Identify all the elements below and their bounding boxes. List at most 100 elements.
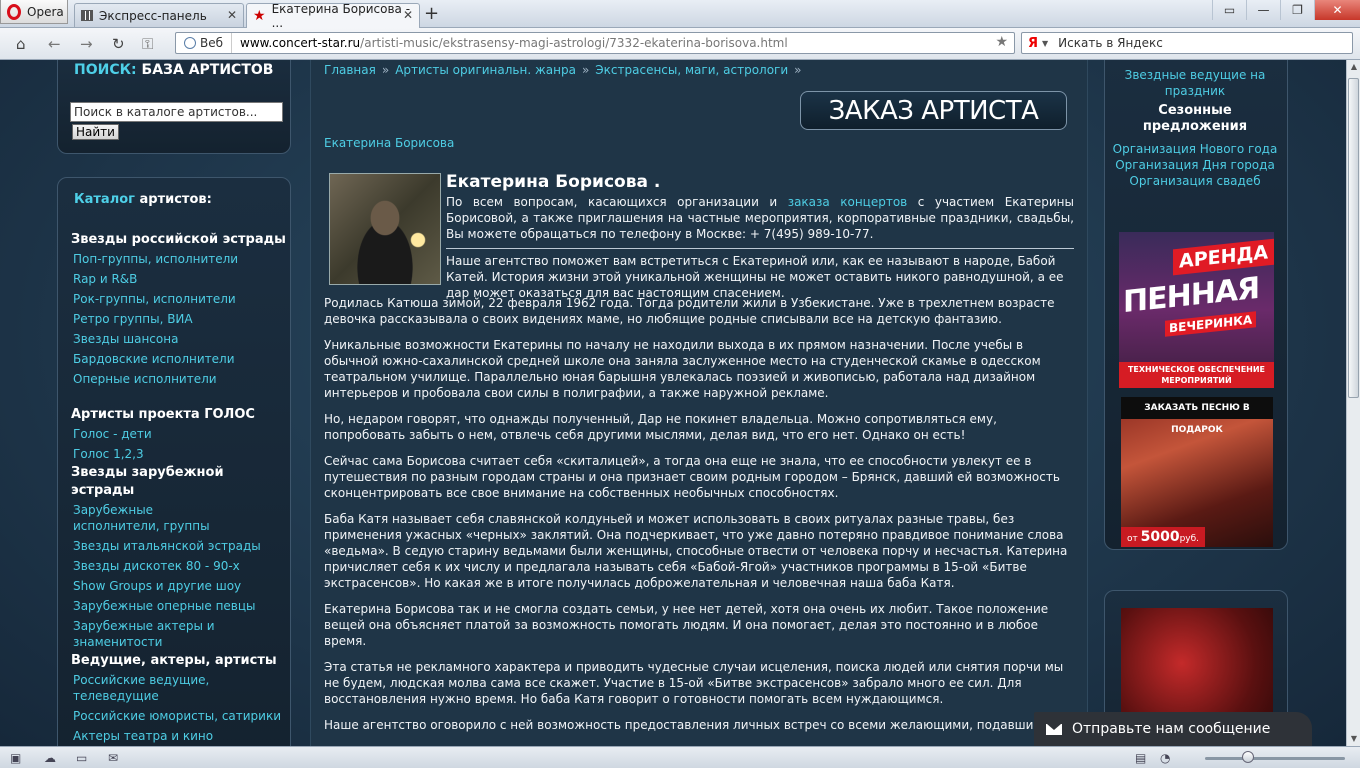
catalog-title: Каталог артистов: bbox=[74, 192, 212, 207]
catalog-link[interactable]: Рок-группы, исполнители bbox=[71, 291, 291, 307]
cloud-icon[interactable]: ☁ bbox=[44, 751, 56, 765]
artist-search-input[interactable] bbox=[70, 102, 283, 122]
reload-icon[interactable]: ↻ bbox=[112, 35, 125, 53]
window-icon[interactable]: ▭ bbox=[76, 751, 87, 765]
breadcrumb-link[interactable]: Главная bbox=[324, 63, 376, 77]
search-box[interactable]: Я ▼ Искать в Яндекс bbox=[1021, 32, 1353, 54]
send-message-label: Отправьте нам сообщение bbox=[1072, 721, 1271, 737]
page-title: Екатерина Борисова . bbox=[446, 172, 661, 192]
catalog-link[interactable]: Актеры театра и кино bbox=[71, 728, 291, 744]
scheme-label: Веб bbox=[200, 36, 224, 50]
catalog-heading: Звезды российской эстрады bbox=[71, 232, 286, 247]
catalog-link[interactable]: Звезды итальянской эстрады bbox=[71, 538, 291, 554]
opera-logo-icon bbox=[7, 3, 21, 20]
tabs-list-icon[interactable]: ▭ bbox=[1212, 0, 1246, 20]
catalog-link[interactable]: Зарубежные исполнители, группы bbox=[71, 502, 241, 534]
chevron-down-icon[interactable]: ▼ bbox=[1042, 39, 1058, 48]
order-concerts-link[interactable]: заказа концертов bbox=[788, 195, 908, 209]
catalog-link[interactable]: Звезды дискотек 80 - 90-х bbox=[71, 558, 291, 574]
article-paragraph: Екатерина Борисова так и не смогла созда… bbox=[324, 602, 1049, 648]
article-paragraph: Уникальные возможности Екатерины по нача… bbox=[324, 338, 1041, 400]
address-bar[interactable]: Веб www.concert-star.ru/artisti-music/ek… bbox=[175, 32, 1015, 54]
catalog-link[interactable]: Ретро группы, ВИА bbox=[71, 311, 291, 327]
article-paragraph: Наше агентство оговорило с ней возможнос… bbox=[324, 718, 1074, 732]
catalog-link[interactable]: Зарубежные оперные певцы bbox=[71, 598, 291, 614]
article-paragraph: Родилась Катюша зимой, 22 февраля 1962 г… bbox=[324, 296, 1055, 326]
bookmark-star-icon[interactable]: ★ bbox=[995, 34, 1008, 50]
search-submit-button[interactable]: Найти bbox=[72, 124, 119, 140]
page-view-icon[interactable]: ▤ bbox=[1135, 751, 1146, 765]
breadcrumb-link[interactable]: Артисты оригинальн. жанра bbox=[395, 63, 576, 77]
mail-icon[interactable]: ✉ bbox=[108, 751, 118, 765]
window-controls: ▭ — ❐ ✕ bbox=[1212, 0, 1360, 20]
catalog-link[interactable]: Бардовские исполнители bbox=[71, 351, 291, 367]
banner-price: от 5000руб. bbox=[1121, 527, 1206, 547]
address-host: www.concert-star.ru bbox=[240, 36, 361, 50]
article-paragraph: Но, недаром говорят, что однажды получен… bbox=[324, 412, 997, 442]
close-tab-icon[interactable]: ✕ bbox=[403, 8, 413, 22]
catalog-link[interactable]: Голос - дети bbox=[71, 426, 291, 442]
scroll-down-icon[interactable]: ▼ bbox=[1348, 732, 1360, 746]
catalog-link[interactable]: Поп-группы, исполнители bbox=[71, 251, 291, 267]
close-window-icon[interactable]: ✕ bbox=[1314, 0, 1360, 20]
key-icon[interactable]: ⚿ bbox=[142, 35, 153, 53]
breadcrumb-separator: » bbox=[794, 63, 802, 77]
vertical-scrollbar[interactable]: ▲ ▼ bbox=[1346, 60, 1360, 746]
seasonal-link[interactable]: Организация свадеб bbox=[1100, 173, 1290, 189]
seasonal-heading: Сезонные предложения bbox=[1142, 103, 1248, 134]
article-paragraph: Эта статья не рекламного характера и при… bbox=[324, 660, 1064, 706]
breadcrumb-separator: » bbox=[381, 63, 390, 77]
tab-ekaterina-borisova[interactable]: ★ Екатерина Борисова - ... ✕ bbox=[246, 2, 420, 30]
hosts-link[interactable]: Звездные ведущие на праздник bbox=[1100, 67, 1290, 99]
envelope-icon bbox=[1046, 723, 1062, 735]
close-tab-icon[interactable]: ✕ bbox=[227, 8, 237, 22]
article-paragraph: Сейчас сама Борисова считает себя «скита… bbox=[324, 454, 1060, 500]
minimize-icon[interactable]: — bbox=[1246, 0, 1280, 20]
forward-icon[interactable]: → bbox=[80, 35, 93, 53]
foam-party-banner[interactable]: АРЕНДА ПЕННАЯ ВЕЧЕРИНКА ТЕХНИЧЕСКОЕ ОБЕС… bbox=[1119, 232, 1274, 388]
banner-text: ТЕХНИЧЕСКОЕ ОБЕСПЕЧЕНИЕ МЕРОПРИЯТИЙ bbox=[1119, 362, 1274, 388]
breadcrumb-link[interactable]: Экстрасенсы, маги, астрологи bbox=[595, 63, 788, 77]
zoom-slider-handle[interactable] bbox=[1242, 751, 1254, 763]
web-page: ПОИСК: БАЗА АРТИСТОВ Найти Каталог артис… bbox=[0, 60, 1346, 746]
speed-dial-icon bbox=[81, 10, 93, 21]
catalog-link[interactable]: Голос 1,2,3 bbox=[71, 446, 291, 462]
back-icon[interactable]: ← bbox=[48, 35, 61, 53]
article-paragraph: Баба Катя называет себя славянской колду… bbox=[324, 512, 1068, 590]
catalog-link[interactable]: Оперные исполнители bbox=[71, 371, 291, 387]
send-message-widget[interactable]: Отправьте нам сообщение bbox=[1034, 712, 1312, 746]
breadcrumb: Главная » Артисты оригинальн. жанра » Эк… bbox=[324, 63, 802, 77]
search-panel-title: ПОИСК: БАЗА АРТИСТОВ bbox=[74, 62, 274, 78]
catalog-group-hosts: Ведущие, актеры, артисты Российские веду… bbox=[71, 652, 291, 744]
scrollbar-thumb[interactable] bbox=[1348, 78, 1359, 398]
catalog-link[interactable]: Звезды шансона bbox=[71, 331, 291, 347]
tab-label: Экспресс-панель bbox=[99, 8, 207, 23]
panel-toggle-icon[interactable]: ▣ bbox=[10, 751, 21, 765]
home-icon[interactable]: ⌂ bbox=[16, 35, 26, 53]
turbo-icon[interactable]: ◔ bbox=[1160, 751, 1170, 765]
catalog-link[interactable]: Rap и R&B bbox=[71, 271, 291, 287]
catalog-heading: Артисты проекта ГОЛОС bbox=[71, 407, 255, 422]
restore-icon[interactable]: ❐ bbox=[1280, 0, 1314, 20]
main-content: Главная » Артисты оригинальн. жанра » Эк… bbox=[310, 60, 1088, 746]
opera-menu-button[interactable]: Opera bbox=[0, 0, 68, 24]
zoom-slider-track[interactable] bbox=[1205, 757, 1345, 760]
new-tab-plus-icon[interactable]: + bbox=[424, 3, 439, 24]
tab-express-panel[interactable]: Экспресс-панель ✕ bbox=[74, 3, 244, 27]
seasonal-link[interactable]: Организация Дня города bbox=[1100, 157, 1290, 173]
catalog-link[interactable]: Российские юмористы, сатирики bbox=[71, 708, 291, 724]
catalog-group-foreign: Звезды зарубежной эстрады Зарубежные исп… bbox=[71, 464, 291, 650]
song-gift-banner[interactable]: ЗАКАЗАТЬ ПЕСНЮ В ПОДАРОК от 5000руб. bbox=[1121, 397, 1273, 547]
address-url[interactable]: www.concert-star.ru/artisti-music/ekstra… bbox=[232, 36, 788, 50]
catalog-link[interactable]: Show Groups и другие шоу bbox=[71, 578, 291, 594]
order-artist-button[interactable]: ЗАКАЗ АРТИСТА bbox=[800, 91, 1067, 130]
catalog-link[interactable]: Зарубежные актеры и знаменитости bbox=[71, 618, 221, 650]
site-info-badge[interactable]: Веб bbox=[176, 33, 233, 53]
catalog-heading: Звезды зарубежной эстрады bbox=[71, 465, 224, 498]
right-sidebar: Звездные ведущие на праздник Сезонные пр… bbox=[1100, 60, 1290, 189]
scroll-up-icon[interactable]: ▲ bbox=[1348, 60, 1360, 74]
seasonal-link[interactable]: Организация Нового года bbox=[1100, 141, 1290, 157]
page-subtitle-link[interactable]: Екатерина Борисова bbox=[324, 136, 454, 150]
catalog-link[interactable]: Российские ведущие, телеведущие bbox=[71, 672, 221, 704]
tab-bar: Opera Экспресс-панель ✕ ★ Екатерина Бори… bbox=[0, 0, 1360, 30]
